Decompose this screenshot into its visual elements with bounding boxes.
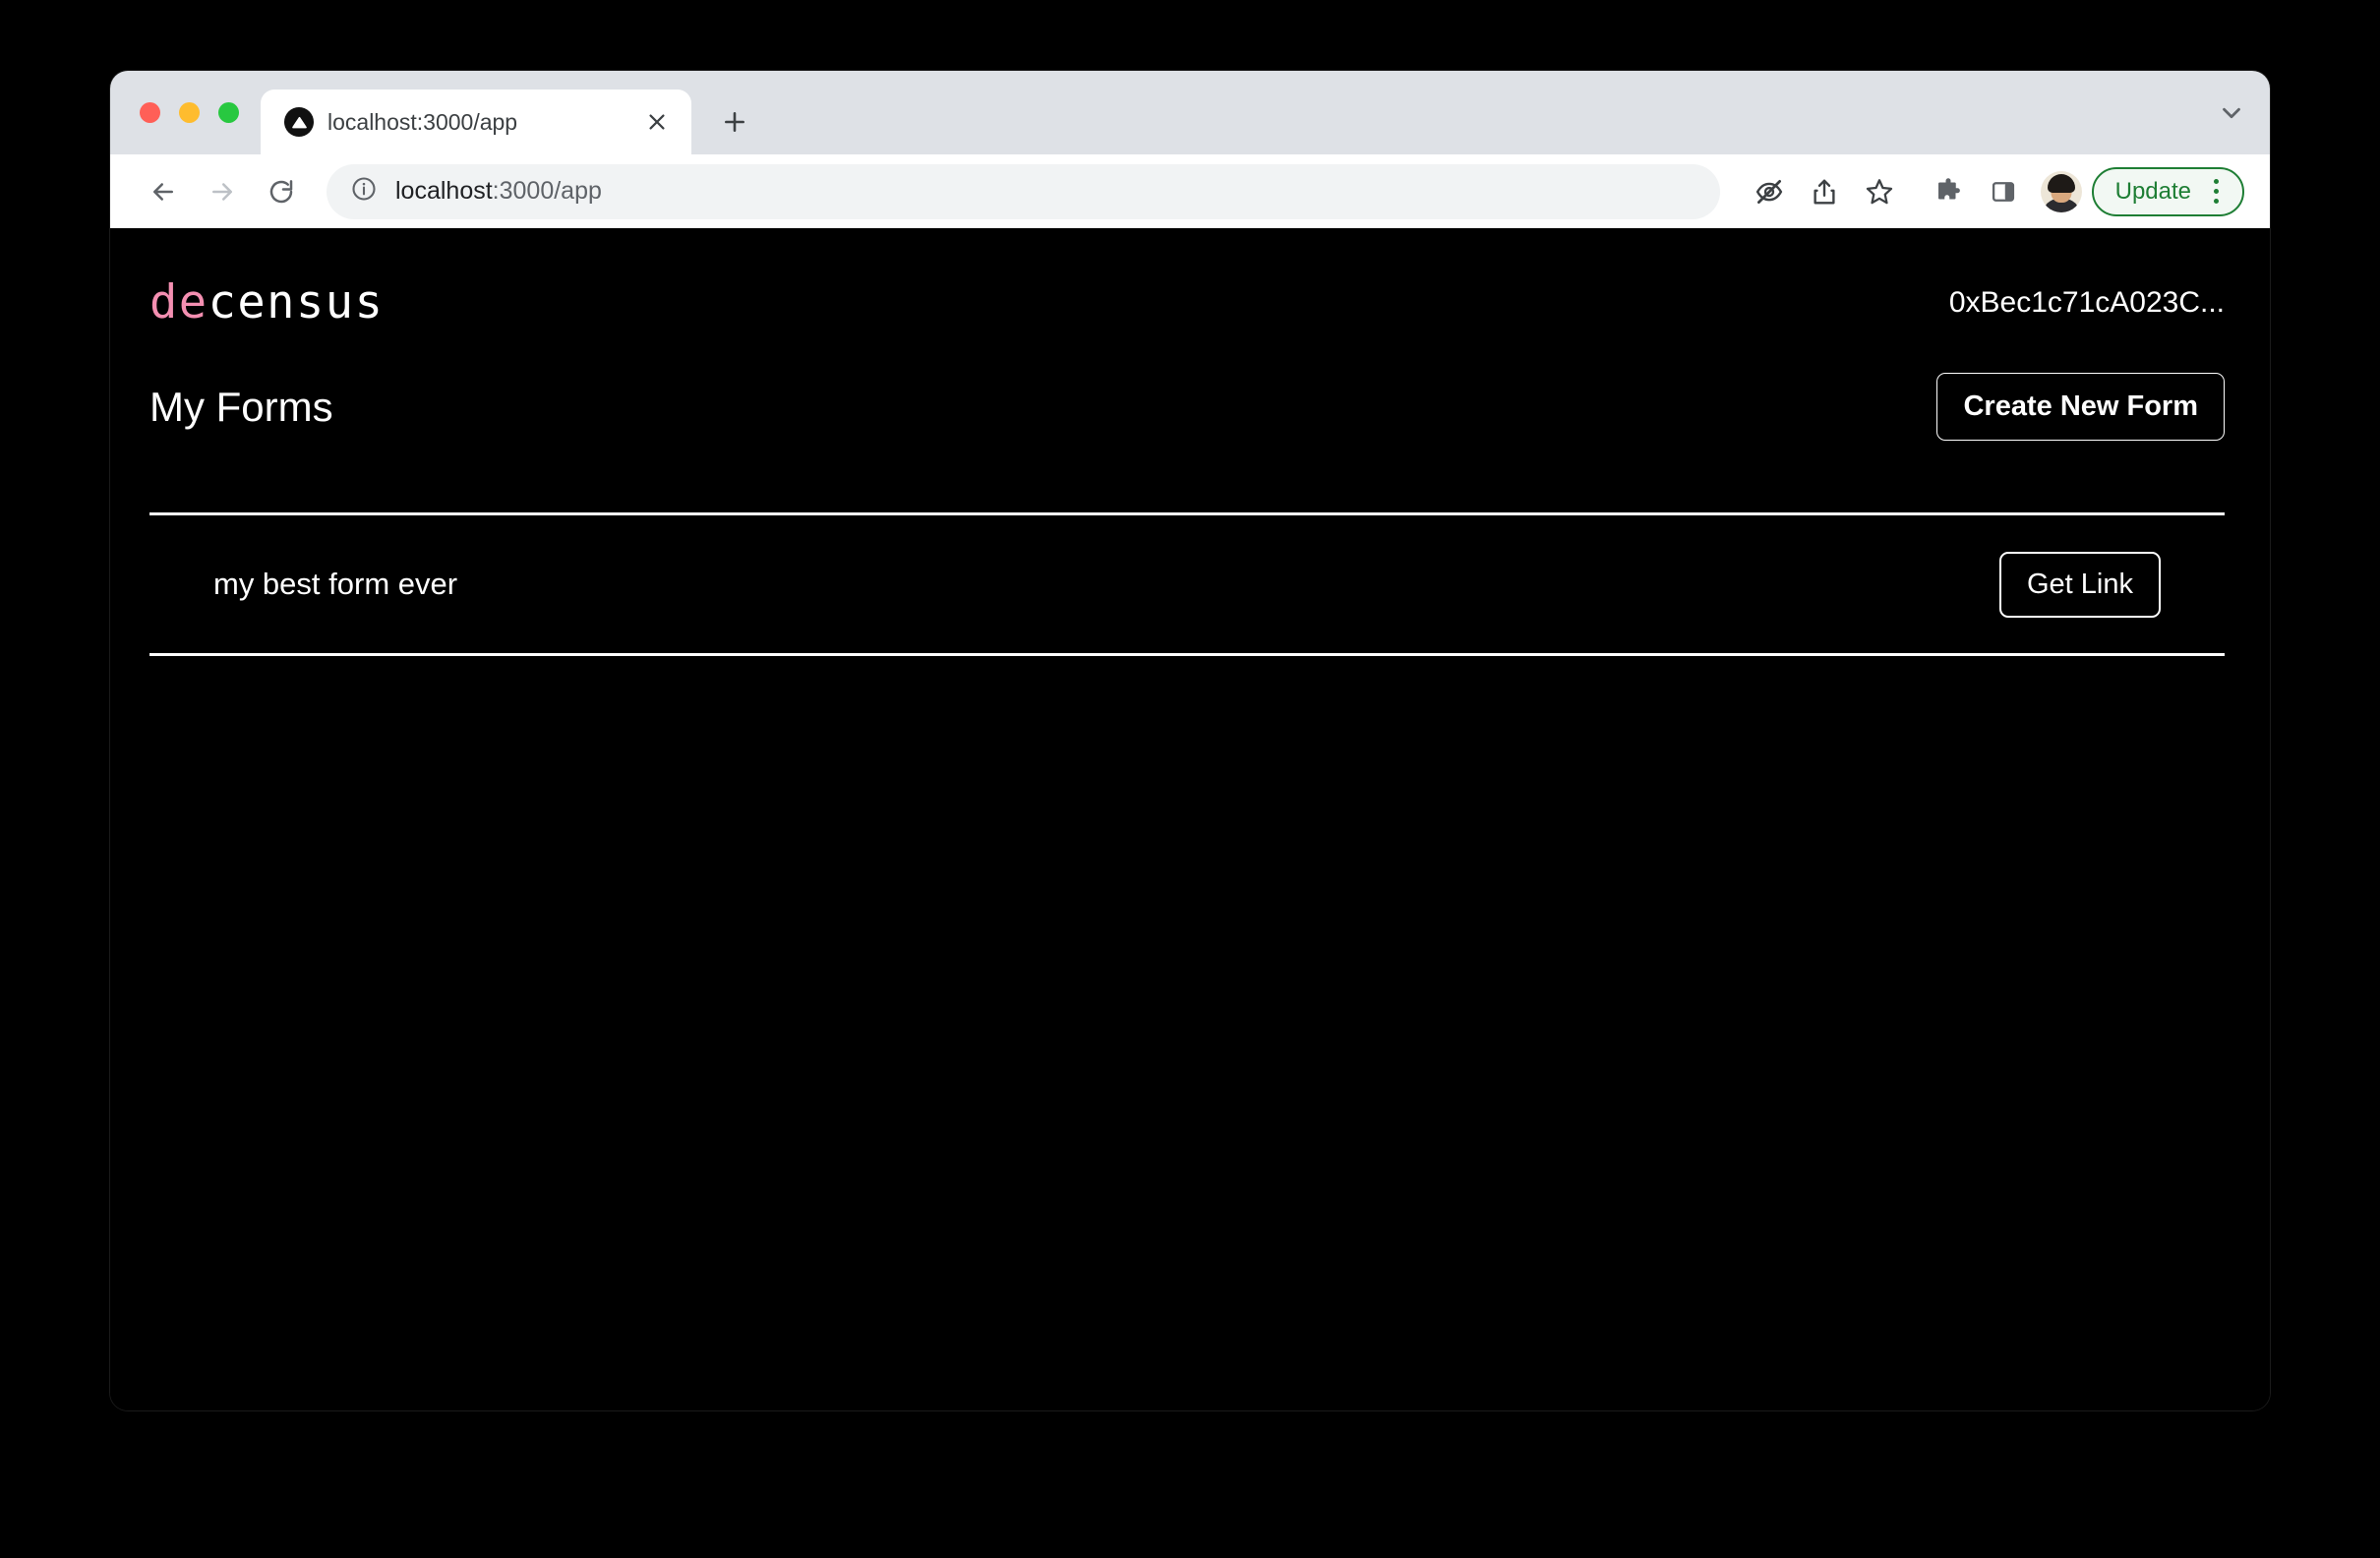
profile-avatar[interactable] [2040, 170, 2082, 212]
window-minimize-button[interactable] [179, 102, 200, 123]
chrome-menu-icon[interactable] [2199, 173, 2232, 210]
new-tab-button[interactable] [709, 96, 760, 148]
create-new-form-button[interactable]: Create New Form [1936, 373, 2225, 441]
address-bar-path: :3000/app [492, 177, 602, 205]
logo-suffix: census [208, 275, 385, 330]
forward-button[interactable] [193, 162, 252, 221]
window-close-button[interactable] [140, 102, 160, 123]
reload-button[interactable] [252, 162, 311, 221]
vercel-triangle-icon [284, 107, 314, 137]
app-header: decensus 0xBec1c71cA023C... [149, 228, 2231, 326]
address-bar-host: localhost [395, 177, 493, 205]
form-name: my best form ever [213, 567, 458, 601]
browser-toolbar: localhost:3000/app Update [110, 154, 2270, 228]
kebab-dot [2213, 189, 2219, 194]
back-button[interactable] [134, 162, 193, 221]
address-bar[interactable]: localhost:3000/app [327, 163, 1720, 219]
wallet-address[interactable]: 0xBec1c71cA023C... [1949, 286, 2231, 320]
browser-tab[interactable]: localhost:3000/app [261, 90, 691, 154]
window-maximize-button[interactable] [218, 102, 239, 123]
eye-off-icon[interactable] [1742, 164, 1797, 219]
tab-title: localhost:3000/app [327, 108, 518, 135]
share-icon[interactable] [1797, 164, 1852, 219]
address-bar-url: localhost:3000/app [395, 177, 602, 206]
browser-window: localhost:3000/app localhost:3000/app Up… [110, 71, 2270, 1410]
page-title: My Forms [149, 383, 333, 430]
chevron-down-icon[interactable] [2217, 71, 2270, 154]
bookmark-star-icon[interactable] [1852, 164, 1907, 219]
info-circle-icon[interactable] [350, 175, 378, 208]
window-traffic-lights [110, 71, 261, 154]
app-logo[interactable]: decensus [149, 279, 384, 326]
forms-toolbar: My Forms Create New Form [149, 373, 2231, 441]
extensions-puzzle-icon[interactable] [1921, 164, 1976, 219]
update-button[interactable]: Update [2091, 166, 2244, 216]
form-list-item[interactable]: my best form ever Get Link [149, 515, 2225, 653]
page-viewport: decensus 0xBec1c71cA023C... My Forms Cre… [110, 228, 2270, 1410]
kebab-dot [2213, 179, 2219, 184]
tab-close-icon[interactable] [640, 105, 674, 139]
side-panel-icon[interactable] [1976, 164, 2031, 219]
logo-prefix: de [149, 275, 208, 330]
get-link-button[interactable]: Get Link [1999, 551, 2161, 618]
kebab-dot [2213, 199, 2219, 204]
tab-strip: localhost:3000/app [110, 71, 2270, 154]
avatar-hair [2047, 173, 2075, 193]
list-divider-bottom [149, 653, 2225, 656]
forms-list: my best form ever Get Link [149, 512, 2231, 656]
update-button-label: Update [2114, 177, 2191, 205]
